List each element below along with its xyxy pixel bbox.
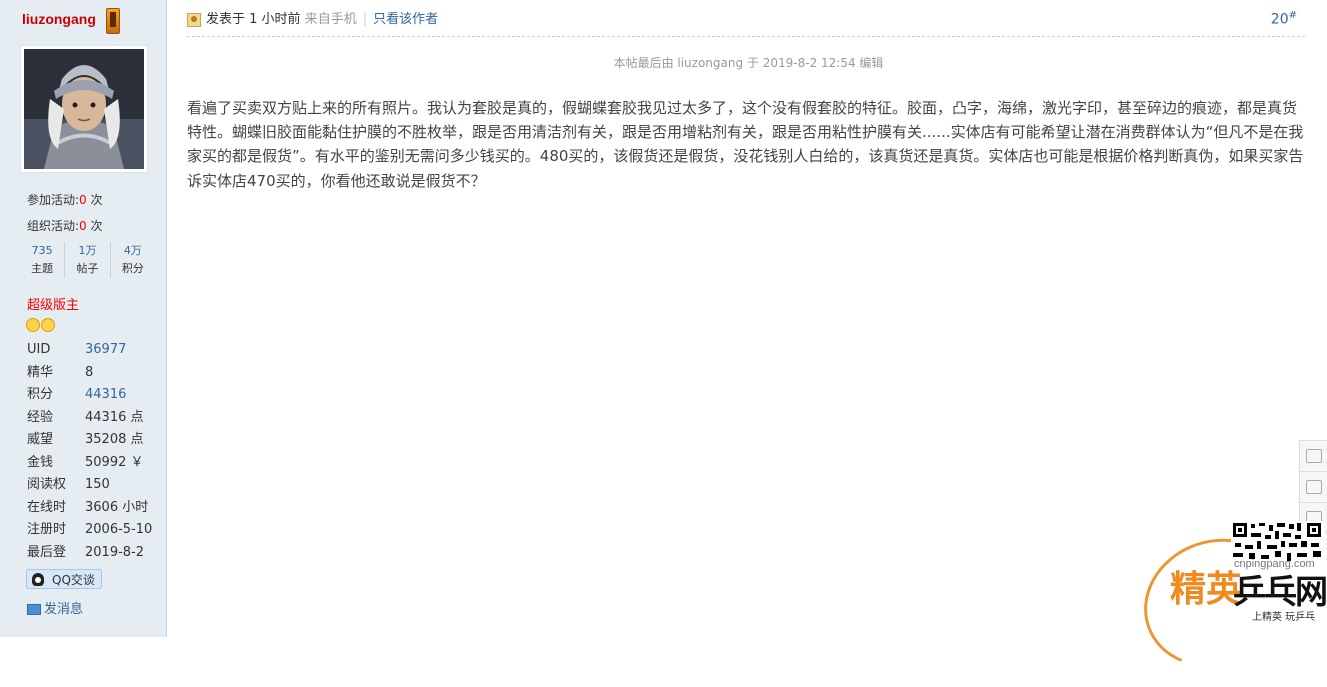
edit-note: 本帖最后由 liuzongang 于 2019-8-2 12:54 编辑 [613, 56, 884, 70]
profile-key: 最后登 [27, 544, 67, 560]
stat-credits[interactable]: 4万 积分 [111, 242, 155, 278]
profile-row-uid: UID 36977 [27, 339, 152, 362]
user-rank[interactable]: 超级版主 [27, 294, 79, 313]
author-name-link[interactable]: liuzongang [22, 11, 96, 27]
avatar-image [24, 49, 144, 169]
stat-credits-value[interactable]: 4万 [111, 242, 155, 260]
profile-key: 精华 [27, 364, 54, 380]
stat-threads-value[interactable]: 735 [20, 242, 64, 260]
mobile-phone-icon [106, 8, 120, 34]
quick-reply-button[interactable] [1300, 441, 1327, 472]
profile-key: 阅读权 [27, 477, 67, 492]
profile-value: 2019-8-2 [85, 544, 145, 560]
qq-chat-button[interactable]: QQ交谈 [26, 569, 102, 589]
stat-posts-label: 帖子 [76, 262, 99, 275]
profile-key: UID [27, 342, 51, 357]
avatar[interactable] [20, 45, 148, 173]
profile-row-experience: 经验 44316 点 [27, 407, 152, 430]
profile-row-prestige: 威望 35208 点 [27, 429, 152, 452]
stat-credits-label: 积分 [121, 262, 144, 275]
only-view-author-link[interactable]: 只看该作者 [373, 12, 438, 27]
mini-stats: 735 主题 1万 帖子 4万 积分 [20, 242, 155, 278]
profile-row-credits: 积分 44316 [27, 384, 152, 407]
profile-key: 在线时 [27, 499, 67, 515]
stat-threads[interactable]: 735 主题 [20, 242, 66, 278]
post-time: 发表于 1 小时前 [206, 12, 301, 27]
online-status-icon [187, 12, 201, 27]
floor-number-link[interactable]: 20# [1271, 10, 1297, 28]
joined-activities-count: 0 [79, 193, 87, 207]
organized-activities: 组织活动:0 次 [27, 217, 103, 234]
profile-value-credits[interactable]: 44316 [85, 384, 126, 407]
profile-row-last-login: 最后登 2019-8-2 [27, 542, 152, 565]
speech-bubble-icon [1306, 449, 1322, 463]
profile-value: 35208 点 [85, 432, 144, 447]
profile-key: 经验 [27, 409, 54, 425]
joined-activities: 参加活动:0 次 [27, 191, 103, 208]
profile-key: 注册时 [27, 522, 67, 537]
send-message-link[interactable]: 发消息 [27, 598, 83, 617]
smiley-rank-icon [26, 318, 40, 332]
meta-separator: | [362, 12, 368, 27]
stat-posts[interactable]: 1万 帖子 [65, 242, 111, 278]
profile-value: 2006-5-10 [85, 522, 153, 537]
post-meta: 发表于 1 小时前 来自手机 | 只看该作者 [187, 9, 438, 31]
profile-row-online-time: 在线时 3606 小时 [27, 497, 152, 520]
profile-value-uid[interactable]: 36977 [85, 339, 126, 362]
post-source: 来自手机 [304, 12, 357, 27]
profile-row-registered: 注册时 2006-5-10 [27, 519, 152, 542]
stat-posts-value[interactable]: 1万 [65, 242, 109, 260]
back-to-top-button[interactable] [1300, 472, 1327, 503]
meta-divider [187, 36, 1305, 37]
profile-value: 8 [85, 364, 94, 380]
floor-number: 20 [1270, 11, 1289, 28]
profile-row-digest: 精华 8 [27, 362, 152, 385]
organized-activities-count: 0 [79, 219, 87, 233]
floor-number-sign: # [1288, 10, 1297, 21]
watermark-logo-part2: 乒乓网 [1233, 572, 1327, 611]
profile-row-money: 金钱 50992 ￥ [27, 452, 152, 475]
profile-value: 44316 点 [85, 409, 144, 425]
joined-activities-label: 参加活动: [27, 193, 80, 207]
watermark-tagline: 上精英 玩乒乓 [1252, 612, 1316, 623]
envelope-icon [27, 604, 41, 615]
stat-threads-label: 主题 [31, 262, 54, 275]
qq-penguin-icon [32, 573, 44, 586]
profile-key: 金钱 [27, 454, 54, 470]
profile-value: 50992 ￥ [85, 454, 144, 470]
side-toolbar [1299, 440, 1327, 534]
profile-row-read-permission: 阅读权 150 [27, 474, 152, 497]
organized-activities-unit: 次 [90, 219, 103, 233]
organized-activities-label: 组织活动: [27, 219, 80, 233]
qq-chat-label: QQ交谈 [52, 573, 95, 587]
post-body: 看遍了买卖双方贴上来的所有照片。我认为套胶是真的，假蝴蝶套胶我见过太多了，这个没… [187, 99, 1304, 190]
profile-key: 威望 [27, 432, 54, 447]
profile-table: UID 36977 精华 8 积分 44316 经验 44316 点 威望 35208 点… [27, 339, 152, 564]
author-panel: liuzongang 参加活动:0 次 组织活动:0 次 735 主题 1万 帖… [0, 0, 167, 637]
profile-key: 积分 [27, 387, 54, 402]
send-message-label: 发消息 [44, 602, 84, 617]
profile-value: 150 [85, 477, 110, 492]
profile-value: 3606 小时 [85, 499, 149, 515]
up-arrow-icon [1306, 480, 1322, 494]
smiley-rank-icon [41, 318, 55, 332]
rank-stars [26, 318, 56, 335]
joined-activities-unit: 次 [90, 193, 103, 207]
watermark-logo-part1: 精英 [1170, 569, 1243, 610]
